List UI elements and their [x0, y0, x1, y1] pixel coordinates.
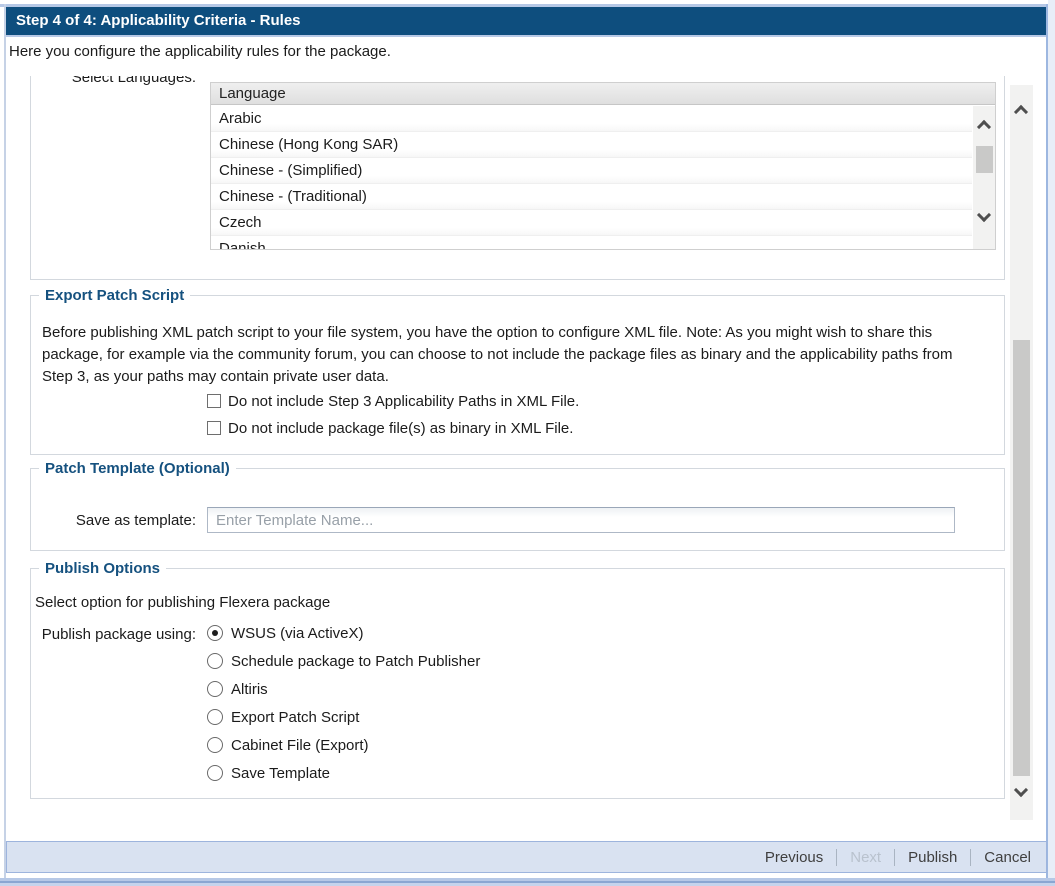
radio-option-label: Save Template [231, 765, 330, 782]
radio-icon[interactable] [207, 625, 223, 641]
radio-option-wsus[interactable]: WSUS (via ActiveX) [207, 623, 364, 643]
list-item[interactable]: Arabic [211, 106, 972, 132]
language-list-scrollbar[interactable] [973, 106, 995, 249]
next-button[interactable]: Next [848, 849, 883, 866]
publish-options-legend: Publish Options [39, 559, 166, 578]
wizard-dialog: Step 4 of 4: Applicability Criteria - Ru… [0, 0, 1055, 886]
language-listbox[interactable]: Language Arabic Chinese (Hong Kong SAR) … [210, 82, 996, 250]
checkbox-label: Do not include Step 3 Applicability Path… [228, 393, 579, 410]
scrollbar-thumb[interactable] [976, 146, 993, 173]
previous-button[interactable]: Previous [763, 849, 825, 866]
checkbox-row-package-binary[interactable]: Do not include package file(s) as binary… [207, 418, 573, 438]
publish-button[interactable]: Publish [906, 849, 959, 866]
wizard-subtitle: Here you configure the applicability rul… [9, 43, 391, 60]
button-separator [894, 849, 895, 866]
radio-icon[interactable] [207, 653, 223, 669]
radio-option-patch-publisher[interactable]: Schedule package to Patch Publisher [207, 651, 480, 671]
publish-options-description: Select option for publishing Flexera pac… [35, 594, 330, 611]
radio-icon[interactable] [207, 737, 223, 753]
button-separator [970, 849, 971, 866]
language-column-header[interactable]: Language [211, 83, 995, 105]
save-as-template-label: Save as template: [30, 512, 196, 529]
window-border-right-outer [1048, 0, 1055, 886]
radio-option-label: Cabinet File (Export) [231, 737, 369, 754]
main-scrollbar[interactable] [1010, 85, 1033, 820]
footer-button-bar: Previous Next Publish Cancel [6, 841, 1047, 873]
export-patch-script-description: Before publishing XML patch script to yo… [42, 322, 980, 388]
template-name-input[interactable] [207, 507, 955, 533]
list-item[interactable]: Chinese - (Simplified) [211, 158, 972, 184]
checkbox-icon[interactable] [207, 394, 221, 408]
radio-option-label: Schedule package to Patch Publisher [231, 653, 480, 670]
radio-option-label: Altiris [231, 681, 268, 698]
scrollbar-thumb[interactable] [1013, 340, 1030, 776]
publish-package-using-label: Publish package using: [30, 626, 196, 643]
radio-option-cabinet-file[interactable]: Cabinet File (Export) [207, 735, 369, 755]
list-item[interactable]: Chinese - (Traditional) [211, 184, 972, 210]
select-languages-label: Select Languages: [24, 76, 196, 86]
radio-option-label: WSUS (via ActiveX) [231, 625, 364, 642]
radio-icon[interactable] [207, 765, 223, 781]
list-item[interactable]: Danish [211, 236, 972, 249]
chevron-down-icon[interactable] [1014, 783, 1028, 797]
checkbox-label: Do not include package file(s) as binary… [228, 420, 573, 437]
list-item[interactable]: Chinese (Hong Kong SAR) [211, 132, 972, 158]
radio-option-label: Export Patch Script [231, 709, 359, 726]
checkbox-icon[interactable] [207, 421, 221, 435]
patch-template-legend: Patch Template (Optional) [39, 459, 236, 478]
checkbox-row-applicability-paths[interactable]: Do not include Step 3 Applicability Path… [207, 391, 579, 411]
radio-option-export-patch-script[interactable]: Export Patch Script [207, 707, 359, 727]
language-rows: Arabic Chinese (Hong Kong SAR) Chinese -… [211, 106, 972, 249]
button-separator [836, 849, 837, 866]
wizard-title: Step 4 of 4: Applicability Criteria - Ru… [16, 12, 301, 29]
chevron-up-icon[interactable] [977, 120, 991, 134]
cancel-button[interactable]: Cancel [982, 849, 1033, 866]
titlebar-underline [6, 35, 1046, 37]
wizard-title-bar: Step 4 of 4: Applicability Criteria - Ru… [6, 7, 1046, 35]
chevron-down-icon[interactable] [977, 208, 991, 222]
export-patch-script-legend: Export Patch Script [39, 286, 190, 305]
list-item[interactable]: Czech [211, 210, 972, 236]
content-scroll-area: Select Languages: Language Arabic Chines… [6, 76, 1008, 840]
radio-icon[interactable] [207, 681, 223, 697]
radio-option-save-template[interactable]: Save Template [207, 763, 330, 783]
radio-icon[interactable] [207, 709, 223, 725]
chevron-up-icon[interactable] [1014, 105, 1028, 119]
radio-option-altiris[interactable]: Altiris [207, 679, 268, 699]
